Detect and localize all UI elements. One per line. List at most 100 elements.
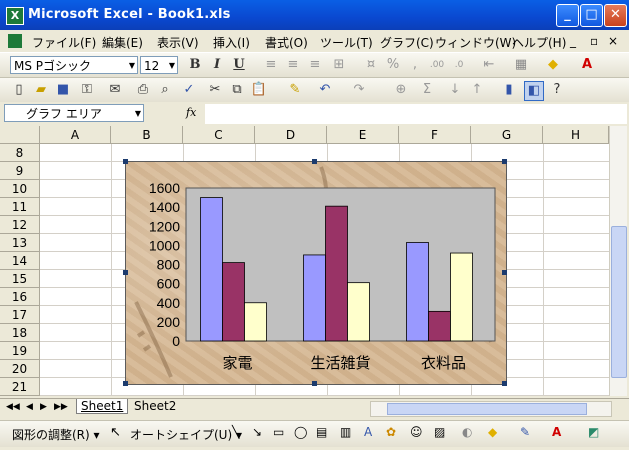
align-center-icon[interactable]: ≡ bbox=[284, 56, 302, 74]
bar-3-2[interactable] bbox=[347, 282, 370, 342]
vertical-scrollbar[interactable] bbox=[609, 126, 627, 396]
bar-1-1[interactable] bbox=[200, 197, 223, 342]
excel-app-icon[interactable]: X bbox=[6, 7, 24, 25]
menu-tools[interactable]: ツール(T) bbox=[320, 34, 373, 51]
open-folder-icon[interactable]: ▰ bbox=[32, 81, 50, 99]
resize-handle-mr[interactable] bbox=[502, 270, 507, 275]
horizontal-scrollbar[interactable] bbox=[370, 401, 612, 417]
column-header-b[interactable]: B bbox=[111, 126, 183, 144]
row-header-9[interactable]: 9 bbox=[0, 162, 40, 180]
decrease-decimal-button[interactable]: .0 bbox=[450, 56, 468, 74]
diagram-icon[interactable]: ✿ bbox=[386, 425, 396, 439]
column-header-f[interactable]: F bbox=[399, 126, 471, 144]
align-left-icon[interactable]: ≡ bbox=[262, 56, 280, 74]
indent-icon[interactable]: ⇤ bbox=[480, 56, 498, 74]
font-color-icon[interactable]: A bbox=[578, 56, 596, 74]
new-file-icon[interactable]: ▯ bbox=[10, 81, 28, 99]
comma-button[interactable]: , bbox=[406, 56, 424, 74]
shadow-icon[interactable]: ◐ bbox=[462, 425, 472, 439]
print-icon[interactable]: ⎙ bbox=[134, 81, 152, 99]
column-header-g[interactable]: G bbox=[471, 126, 543, 144]
menu-edit[interactable]: 編集(E) bbox=[102, 34, 143, 51]
prev-sheet-icon[interactable]: ◀ bbox=[26, 402, 33, 412]
paste-icon[interactable]: 📋 bbox=[250, 81, 268, 99]
row-header-13[interactable]: 13 bbox=[0, 234, 40, 252]
menu-help[interactable]: ヘルプ(H) bbox=[512, 34, 566, 51]
maximize-button[interactable]: □ bbox=[580, 4, 603, 27]
column-header-a[interactable]: A bbox=[40, 126, 111, 144]
autosum-icon[interactable]: Σ bbox=[418, 81, 436, 99]
autoshape-menu[interactable]: オートシェイプ(U) ▾ bbox=[130, 426, 242, 443]
permission-icon[interactable]: ⚿ bbox=[78, 81, 96, 99]
draw-fill-color-icon[interactable]: ◆ bbox=[488, 425, 497, 439]
drawing-toggle-icon[interactable]: ◧ bbox=[524, 81, 544, 101]
resize-handle-tr[interactable] bbox=[502, 159, 507, 164]
minimize-button[interactable]: _ bbox=[556, 4, 579, 27]
tab-sheet1[interactable]: Sheet1 bbox=[76, 399, 129, 414]
line-color-icon[interactable]: ✎ bbox=[520, 425, 530, 439]
row-header-19[interactable]: 19 bbox=[0, 342, 40, 360]
fill-color-icon[interactable]: ◆ bbox=[544, 56, 562, 74]
resize-handle-ml[interactable] bbox=[123, 270, 128, 275]
next-sheet-icon[interactable]: ▶ bbox=[40, 402, 47, 412]
arrow-tool-icon[interactable]: ↘ bbox=[252, 425, 262, 439]
row-header-14[interactable]: 14 bbox=[0, 252, 40, 270]
menu-view[interactable]: 表示(V) bbox=[157, 34, 199, 51]
bar-3-3[interactable] bbox=[450, 252, 473, 342]
column-header-d[interactable]: D bbox=[255, 126, 327, 144]
resize-handle-tc[interactable] bbox=[312, 159, 317, 164]
row-header-8[interactable]: 8 bbox=[0, 144, 40, 162]
sort-ascending-icon[interactable]: ↓ bbox=[446, 81, 464, 99]
percent-button[interactable]: % bbox=[384, 56, 402, 74]
rectangle-tool-icon[interactable]: ▭ bbox=[273, 425, 284, 439]
save-icon[interactable]: ■ bbox=[54, 81, 72, 99]
3d-style-icon[interactable]: ◩ bbox=[588, 425, 599, 439]
undo-icon[interactable]: ↶ bbox=[316, 81, 334, 99]
column-header-e[interactable]: E bbox=[327, 126, 399, 144]
column-header-c[interactable]: C bbox=[183, 126, 255, 144]
copy-icon[interactable]: ⧉ bbox=[228, 81, 246, 99]
doc-close-button[interactable]: × bbox=[608, 34, 618, 48]
bold-button[interactable]: B bbox=[186, 56, 204, 74]
spelling-icon[interactable]: ✓ bbox=[180, 81, 198, 99]
font-name-combo[interactable]: MS Pゴシック ▼ bbox=[10, 56, 138, 74]
row-header-16[interactable]: 16 bbox=[0, 288, 40, 306]
cut-icon[interactable]: ✂ bbox=[206, 81, 224, 99]
resize-handle-bl[interactable] bbox=[123, 381, 128, 386]
last-sheet-icon[interactable]: ▶▶ bbox=[54, 402, 68, 412]
print-preview-icon[interactable]: ⌕ bbox=[156, 81, 174, 99]
line-tool-icon[interactable]: ╲ bbox=[232, 425, 239, 439]
doc-minimize-button[interactable]: _ bbox=[570, 34, 576, 48]
formula-input[interactable] bbox=[205, 104, 627, 124]
menu-chart[interactable]: グラフ(C) bbox=[380, 34, 434, 51]
resize-handle-tl[interactable] bbox=[123, 159, 128, 164]
draw-font-color-icon[interactable]: A bbox=[552, 425, 561, 439]
email-icon[interactable]: ✉ bbox=[106, 81, 124, 99]
chart-area[interactable]: 0 200 400 600 800 1000 1200 1400 1600 家電 生活雑貨 衣料品 bbox=[125, 161, 507, 385]
doc-icon[interactable] bbox=[8, 34, 22, 48]
row-header-20[interactable]: 20 bbox=[0, 360, 40, 378]
hyperlink-icon[interactable]: ⊕ bbox=[392, 81, 410, 99]
underline-button[interactable]: U bbox=[230, 56, 248, 74]
row-header-15[interactable]: 15 bbox=[0, 270, 40, 288]
scroll-thumb[interactable] bbox=[611, 226, 627, 378]
borders-icon[interactable]: ▦ bbox=[512, 56, 530, 74]
chart-wizard-icon[interactable]: ▮ bbox=[500, 81, 518, 99]
bar-2-2[interactable] bbox=[325, 205, 348, 342]
doc-restore-button[interactable]: ▫ bbox=[590, 34, 598, 48]
picture-icon[interactable]: ▨ bbox=[434, 425, 445, 439]
format-painter-icon[interactable]: ✎ bbox=[286, 81, 304, 99]
redo-icon[interactable]: ↷ bbox=[350, 81, 368, 99]
bar-1-2[interactable] bbox=[303, 254, 326, 342]
function-icon[interactable]: fx bbox=[186, 106, 196, 119]
tab-sheet2[interactable]: Sheet2 bbox=[130, 399, 180, 413]
italic-button[interactable]: I bbox=[208, 56, 226, 74]
align-right-icon[interactable]: ≡ bbox=[306, 56, 324, 74]
row-header-21[interactable]: 21 bbox=[0, 378, 40, 396]
close-button[interactable]: ✕ bbox=[604, 4, 627, 27]
bar-2-3[interactable] bbox=[428, 310, 451, 342]
adjust-shapes-menu[interactable]: 図形の調整(R) ▾ bbox=[12, 426, 100, 443]
currency-icon[interactable]: ¤ bbox=[362, 56, 380, 74]
column-header-h[interactable]: H bbox=[543, 126, 609, 144]
resize-handle-bc[interactable] bbox=[312, 381, 317, 386]
